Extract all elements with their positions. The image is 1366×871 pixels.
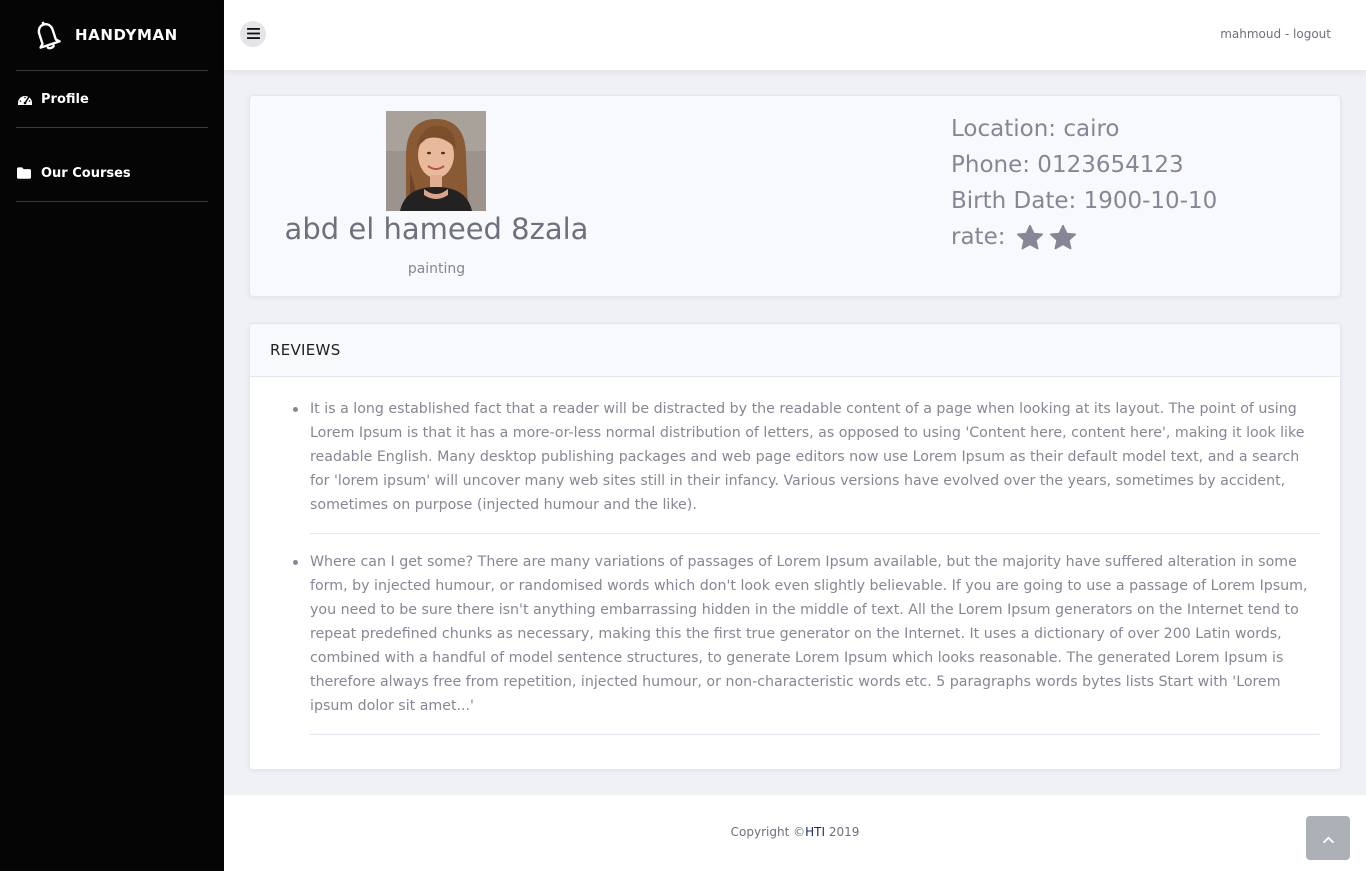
sidebar-item-our-courses[interactable]: Our Courses [0,145,224,201]
profile-location: Location: cairo [951,116,1120,142]
review-item: It is a long established fact that a rea… [293,397,1320,534]
profile-card: abd el hameed 8zala painting Location: c… [249,95,1341,297]
rating-stars [1016,224,1082,252]
profile-birth-date: Birth Date: 1900-10-10 [951,188,1218,214]
rate-label: rate: [951,224,1006,250]
profile-rating: rate: [951,219,1217,255]
copyright: Copyright ©HTI 2019 [224,825,1366,839]
star-icon [1016,224,1043,249]
sidebar-divider [16,201,208,202]
bell-icon [32,18,62,52]
user-logout-link[interactable]: mahmoud - logout [1220,27,1331,41]
copyright-brand-link[interactable]: HTI [805,825,825,839]
reviews-list: It is a long established fact that a rea… [250,377,1340,735]
reviews-header: REVIEWS [250,324,1340,377]
brand-name: HANDYMAN [75,26,178,44]
profile-phone: Phone: 0123654123 [951,152,1184,178]
chevron-up-icon [1322,831,1334,846]
profile-info: Location: cairo Phone: 0123654123 Birth … [951,111,1217,255]
footer: Copyright ©HTI 2019 [224,795,1366,871]
profile-name: abd el hameed 8zala [284,212,589,246]
review-item: Where can I get some? There are many var… [293,550,1320,735]
profile-avatar [386,111,486,211]
folder-icon [17,166,33,180]
copyright-prefix: Copyright © [730,825,806,839]
scroll-to-top-button[interactable] [1306,816,1350,860]
sidebar-item-profile[interactable]: Profile [0,71,224,127]
sidebar-item-label: Our Courses [41,165,131,181]
topbar: mahmoud - logout [224,0,1366,70]
reviews-card: REVIEWS It is a long established fact th… [249,323,1341,770]
sidebar-item-label: Profile [41,91,89,107]
menu-icon [246,27,260,42]
profile-job: painting [407,261,466,277]
sidebar-toggle-button[interactable] [240,21,266,47]
reviews-title: REVIEWS [270,341,341,359]
brand[interactable]: HANDYMAN [0,0,224,70]
sidebar: HANDYMAN Profile Our Courses [0,0,224,871]
copyright-year: 2019 [825,825,860,839]
tachometer-icon [17,92,33,106]
star-icon [1049,224,1076,249]
